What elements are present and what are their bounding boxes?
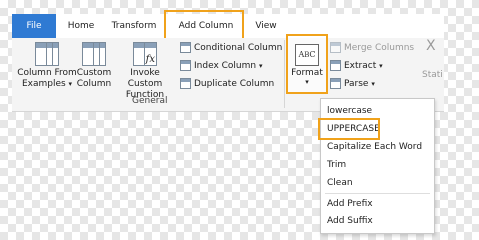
- menu-item-capitalize-each-word[interactable]: Capitalize Each Word: [327, 139, 422, 155]
- tab-transform[interactable]: Transform: [108, 14, 160, 38]
- duplicate-column-label: Duplicate Column: [194, 79, 275, 89]
- custom-column-button[interactable]: Custom Column: [74, 38, 114, 90]
- column-from-examples-label-line1: Column From: [17, 68, 77, 78]
- index-column-label: Index Column: [194, 61, 257, 71]
- menu-item-clean[interactable]: Clean: [327, 175, 353, 191]
- chevron-down-icon: ▾: [68, 80, 73, 88]
- menu-item-add-suffix[interactable]: Add Suffix: [327, 213, 373, 229]
- function-icon: fx: [133, 42, 157, 66]
- menu-item-trim[interactable]: Trim: [327, 157, 346, 173]
- chevron-down-icon: ▾: [371, 80, 375, 88]
- parse-label: Parse: [344, 79, 369, 89]
- duplicate-column-icon: [180, 78, 191, 89]
- format-button-highlight: [286, 34, 328, 94]
- chevron-down-icon: ▾: [258, 62, 263, 70]
- general-group-label: General: [132, 96, 168, 106]
- merge-columns-label: Merge Columns: [344, 43, 415, 53]
- tab-view[interactable]: View: [252, 14, 280, 38]
- index-column-icon: [180, 60, 191, 71]
- uppercase-item-highlight: [318, 118, 380, 140]
- index-column-button[interactable]: Index Column ▾: [180, 58, 263, 74]
- extract-label: Extract: [344, 61, 377, 71]
- custom-column-label-line2: Column: [76, 79, 112, 89]
- parse-button[interactable]: Parse ▾: [330, 76, 375, 92]
- custom-column-label-line1: Custom: [76, 68, 112, 78]
- merge-columns-icon: [330, 42, 341, 53]
- conditional-column-button[interactable]: Conditional Column: [180, 40, 282, 56]
- menu-item-add-prefix[interactable]: Add Prefix: [327, 196, 373, 212]
- add-column-tab-highlight: [164, 10, 244, 40]
- extract-button[interactable]: Extract ▾: [330, 58, 383, 74]
- duplicate-column-button[interactable]: Duplicate Column: [180, 76, 274, 92]
- menu-separator: [325, 193, 430, 194]
- tab-file[interactable]: File: [12, 14, 56, 38]
- menu-item-lowercase[interactable]: lowercase: [327, 103, 372, 119]
- column-from-examples-label-line2: Examples: [21, 79, 66, 89]
- column-from-examples-icon: [35, 42, 59, 66]
- parse-icon: [330, 78, 341, 89]
- tab-home[interactable]: Home: [64, 14, 98, 38]
- invoke-custom-function-label-line1: Invoke Custom: [127, 68, 163, 89]
- conditional-column-icon: [180, 42, 191, 53]
- statistics-label-partial: Stati: [422, 70, 443, 80]
- extract-icon: [330, 60, 341, 71]
- column-from-examples-button[interactable]: Column From Examples ▾: [16, 38, 78, 90]
- conditional-column-label: Conditional Column: [194, 43, 283, 53]
- chevron-down-icon: ▾: [379, 62, 383, 70]
- group-divider: [284, 40, 285, 108]
- merge-columns-button[interactable]: Merge Columns: [330, 40, 414, 56]
- statistics-icon[interactable]: X: [426, 38, 436, 54]
- invoke-custom-function-button[interactable]: fx Invoke Custom Function: [112, 38, 178, 101]
- custom-column-icon: [82, 42, 106, 66]
